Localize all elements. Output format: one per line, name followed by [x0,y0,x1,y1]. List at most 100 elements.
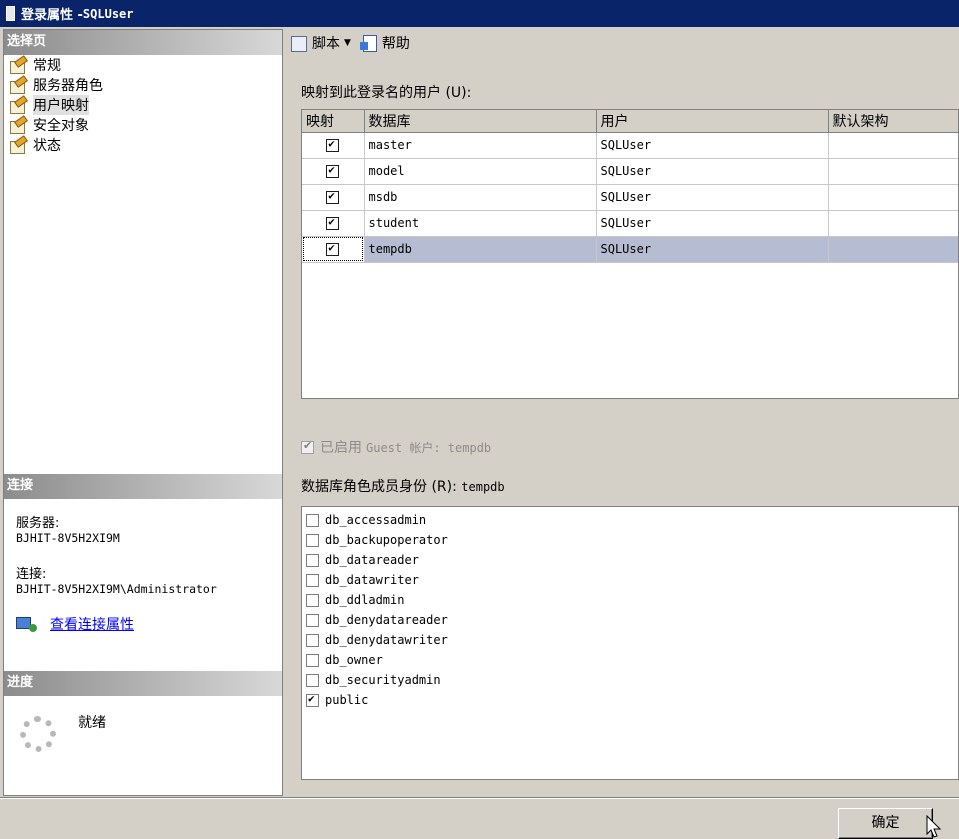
database-roles-list[interactable]: db_accessadmin db_backupoperator db_data… [301,506,959,780]
server-label: 服务器: [16,516,60,531]
role-name: db_datawriter [325,573,419,587]
schema-cell[interactable] [828,236,958,263]
left-pane: 选择页 常规 服务器角色 用户映射 安全对象 状态 连接 服务器: BJHIT-… [3,29,283,796]
page-icon [9,118,27,134]
page-item-general[interactable]: 常规 [7,55,103,75]
view-connection-properties-link[interactable]: 查看连接属性 [50,614,134,634]
role-checkbox[interactable] [306,692,319,707]
progress-status: 就绪 [78,715,106,731]
list-item[interactable]: db_securityadmin [302,670,958,690]
map-cell[interactable] [302,132,365,159]
column-header-map[interactable]: 映射 [302,110,365,133]
page-item-label: 服务器角色 [33,78,103,94]
map-checkbox[interactable] [326,189,340,204]
list-item[interactable]: db_datareader [302,550,958,570]
connection-value: BJHIT-8V5H2XI9M\Administrator [16,582,217,596]
page-list: 常规 服务器角色 用户映射 安全对象 状态 [7,55,103,155]
role-checkbox[interactable] [306,673,319,687]
list-item[interactable]: db_backupoperator [302,530,958,550]
window-titlebar[interactable]: 登录属性 - SQLUser [0,0,959,27]
role-name: db_denydatareader [325,613,448,627]
role-name: public [325,693,369,707]
user-cell[interactable]: SQLUser [596,210,829,237]
list-item[interactable]: db_ddladmin [302,590,958,610]
role-checkbox[interactable] [306,633,319,647]
map-cell[interactable] [302,158,365,185]
roles-label: 数据库角色成员身份 (R): tempdb [301,476,505,496]
map-checkbox[interactable] [326,163,340,178]
page-item-server-roles[interactable]: 服务器角色 [7,75,103,95]
table-row[interactable]: master SQLUser [302,132,958,159]
progress-spinner-icon [20,716,56,752]
script-label: 脚本 [312,35,340,52]
role-checkbox[interactable] [306,533,319,547]
map-cell[interactable] [302,236,365,263]
guest-label: 已启用 [320,440,362,456]
list-item[interactable]: public [302,690,958,710]
page-item-label: 状态 [33,138,61,154]
table-row[interactable]: msdb SQLUser [302,184,958,211]
page-item-user-mapping[interactable]: 用户映射 [7,95,103,115]
guest-text: Guest 帐户: tempdb [366,440,492,455]
database-cell[interactable]: master [364,132,597,159]
user-cell[interactable]: SQLUser [596,184,829,211]
column-header-default-schema[interactable]: 默认架构 [828,110,958,133]
server-value: BJHIT-8V5H2XI9M [16,531,120,545]
database-cell[interactable]: tempdb [364,236,597,263]
list-item[interactable]: db_datawriter [302,570,958,590]
help-button[interactable]: 帮助 [359,33,410,53]
table-row[interactable]: student SQLUser [302,210,958,237]
schema-cell[interactable] [828,184,958,211]
database-cell[interactable]: model [364,158,597,185]
schema-cell[interactable] [828,132,958,159]
chevron-down-icon[interactable]: ▼ [344,38,351,48]
role-name: db_datareader [325,553,419,567]
role-checkbox[interactable] [306,573,319,587]
database-cell[interactable]: msdb [364,184,597,211]
table-row[interactable]: model SQLUser [302,158,958,185]
user-cell[interactable]: SQLUser [596,132,829,159]
role-checkbox[interactable] [306,553,319,567]
page-icon [9,58,27,74]
role-checkbox[interactable] [306,513,319,527]
list-item[interactable]: db_owner [302,650,958,670]
map-cell[interactable] [302,210,365,237]
table-row-selected[interactable]: tempdb SQLUser [302,236,958,263]
window-icon [6,6,15,21]
window-title-login: SQLUser [82,6,134,21]
role-name: db_denydatawriter [325,633,448,647]
help-icon [359,34,379,52]
script-icon [289,34,309,52]
guest-enabled: 已启用 Guest 帐户: tempdb [301,437,491,457]
column-header-database[interactable]: 数据库 [364,110,597,133]
user-cell[interactable]: SQLUser [596,158,829,185]
user-mapping-grid[interactable]: 映射 数据库 用户 默认架构 master SQLUser model SQLU… [301,109,959,399]
list-item[interactable]: db_denydatareader [302,610,958,630]
role-name: db_securityadmin [325,673,441,687]
select-page-header: 选择页 [4,30,282,55]
role-checkbox[interactable] [306,653,319,667]
map-checkbox[interactable] [326,241,340,256]
schema-cell[interactable] [828,158,958,185]
list-item[interactable]: db_accessadmin [302,510,958,530]
map-checkbox[interactable] [326,137,340,152]
ok-button[interactable]: 确定 [838,808,933,839]
list-item[interactable]: db_denydatawriter [302,630,958,650]
connection-info: 服务器: BJHIT-8V5H2XI9M 连接: BJHIT-8V5H2XI9M… [16,512,217,596]
column-header-user[interactable]: 用户 [596,110,829,133]
roles-label-db: tempdb [461,480,505,494]
script-button[interactable]: 脚本 ▼ [289,33,351,53]
map-checkbox[interactable] [326,215,340,230]
map-cell[interactable] [302,184,365,211]
user-cell[interactable]: SQLUser [596,236,829,263]
page-item-securables[interactable]: 安全对象 [7,115,103,135]
view-connection-properties[interactable]: 查看连接属性 [16,614,134,634]
role-checkbox[interactable] [306,613,319,627]
schema-cell[interactable] [828,210,958,237]
page-item-status[interactable]: 状态 [7,135,103,155]
role-name: db_accessadmin [325,513,427,527]
role-checkbox[interactable] [306,593,319,607]
mapping-label: 映射到此登录名的用户 (U): [301,82,471,102]
database-cell[interactable]: student [364,210,597,237]
role-name: db_backupoperator [325,533,448,547]
